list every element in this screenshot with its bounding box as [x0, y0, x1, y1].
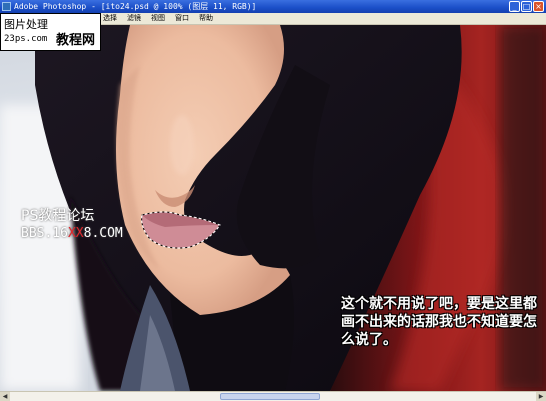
scroll-left-arrow-icon[interactable]: ◀ — [0, 392, 10, 401]
menu-filter[interactable]: 滤镜 — [122, 13, 146, 24]
photoshop-app-icon — [2, 2, 11, 11]
title-bar: Adobe Photoshop - [ito24.psd @ 100% (图层 … — [0, 0, 546, 13]
forum-name: PS教程论坛 — [21, 208, 95, 224]
menu-help[interactable]: 帮助 — [194, 13, 218, 24]
document-canvas[interactable]: PS教程论坛 BBS.16XX8.COM 这个就不用说了吧，要是这里都画不出来的… — [0, 25, 546, 391]
watermark-logo: 图片处理 23ps.com 教程网 — [0, 13, 101, 51]
window-controls: _ □ × — [509, 1, 544, 12]
minimize-button[interactable]: _ — [509, 1, 520, 12]
watermark-line-1: 图片处理 — [4, 18, 48, 31]
maximize-button[interactable]: □ — [521, 1, 532, 12]
tutorial-annotation: 这个就不用说了吧，要是这里都画不出来的话那我也不知道要怎么说了。 — [341, 296, 537, 348]
forum-watermark: PS教程论坛 BBS.16XX8.COM — [21, 208, 123, 242]
horizontal-scrollbar[interactable]: ◀ ▶ — [0, 391, 546, 401]
scrollbar-thumb[interactable] — [220, 393, 320, 400]
window-title: Adobe Photoshop - [ito24.psd @ 100% (图层 … — [14, 2, 257, 11]
menu-window[interactable]: 窗口 — [170, 13, 194, 24]
scroll-right-arrow-icon[interactable]: ▶ — [536, 392, 546, 401]
menu-select[interactable]: 选择 — [98, 13, 122, 24]
forum-url: BBS.16XX8.COM — [21, 226, 123, 241]
close-button[interactable]: × — [533, 1, 544, 12]
menu-view[interactable]: 视图 — [146, 13, 170, 24]
watermark-line-2: 23ps.com — [4, 34, 48, 44]
watermark-line-3: 教程网 — [56, 33, 96, 48]
